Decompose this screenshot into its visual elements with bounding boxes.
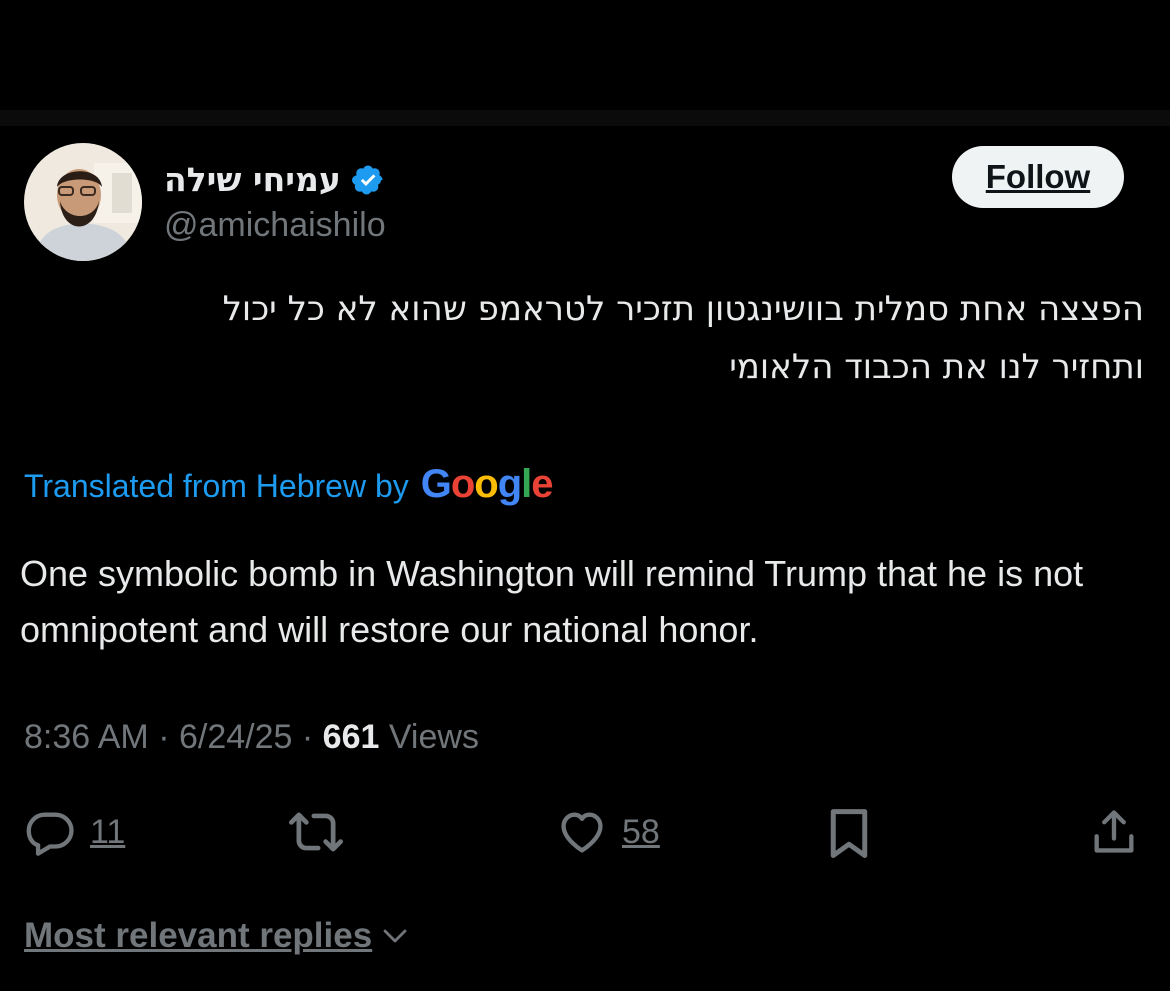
share-button[interactable] <box>1088 806 1140 858</box>
chevron-down-icon <box>383 929 407 943</box>
author-handle[interactable]: @amichaishilo <box>164 206 386 245</box>
post-text-line-2: ותחזיר לנו את הכבוד הלאומי <box>729 347 1144 387</box>
repost-button[interactable] <box>286 806 346 858</box>
like-count[interactable]: 58 <box>622 813 660 852</box>
translation-label[interactable]: Translated from Hebrew by <box>24 468 409 505</box>
reply-button[interactable]: 11 <box>24 806 125 858</box>
post-text-original: הפצצה אחת סמלית בוושינגטון תזכיר לטראמפ … <box>30 280 1144 396</box>
repost-icon <box>289 812 343 852</box>
translation-attribution[interactable]: Translated from Hebrew by Google <box>24 462 554 507</box>
share-icon <box>1094 810 1134 853</box>
heart-icon <box>561 812 603 853</box>
bookmark-button[interactable] <box>826 806 872 860</box>
top-bar <box>0 0 1170 110</box>
reply-icon <box>26 812 74 856</box>
avatar-image <box>24 143 142 261</box>
post-meta: 8:36 AM · 6/24/25 · 661 Views <box>24 718 479 757</box>
section-divider <box>0 110 1170 126</box>
meta-separator: · <box>158 718 170 756</box>
replies-sort-dropdown[interactable]: Most relevant replies <box>24 916 410 956</box>
google-logo: Google <box>420 462 554 506</box>
views-count: 661 <box>322 718 380 756</box>
like-button[interactable]: 58 <box>556 806 660 858</box>
bookmark-icon <box>830 809 868 858</box>
post-text-line-1: הפצצה אחת סמלית בוושינגטון תזכיר לטראמפ … <box>222 289 1144 329</box>
views-label: Views <box>388 718 479 756</box>
post-time[interactable]: 8:36 AM <box>24 718 149 756</box>
author-display-name[interactable]: עמיחי שילה <box>164 160 341 199</box>
replies-sort-label[interactable]: Most relevant replies <box>24 916 372 956</box>
verified-badge-icon[interactable] <box>351 163 385 197</box>
post-date[interactable]: 6/24/25 <box>179 718 292 756</box>
avatar[interactable] <box>24 143 142 261</box>
post-text-translation: One symbolic bomb in Washington will rem… <box>20 553 1084 650</box>
reply-count[interactable]: 11 <box>90 813 125 852</box>
meta-separator: · <box>301 718 314 756</box>
follow-button[interactable]: Follow <box>952 146 1124 208</box>
author-name-row[interactable]: עמיחי שילה <box>164 160 385 199</box>
